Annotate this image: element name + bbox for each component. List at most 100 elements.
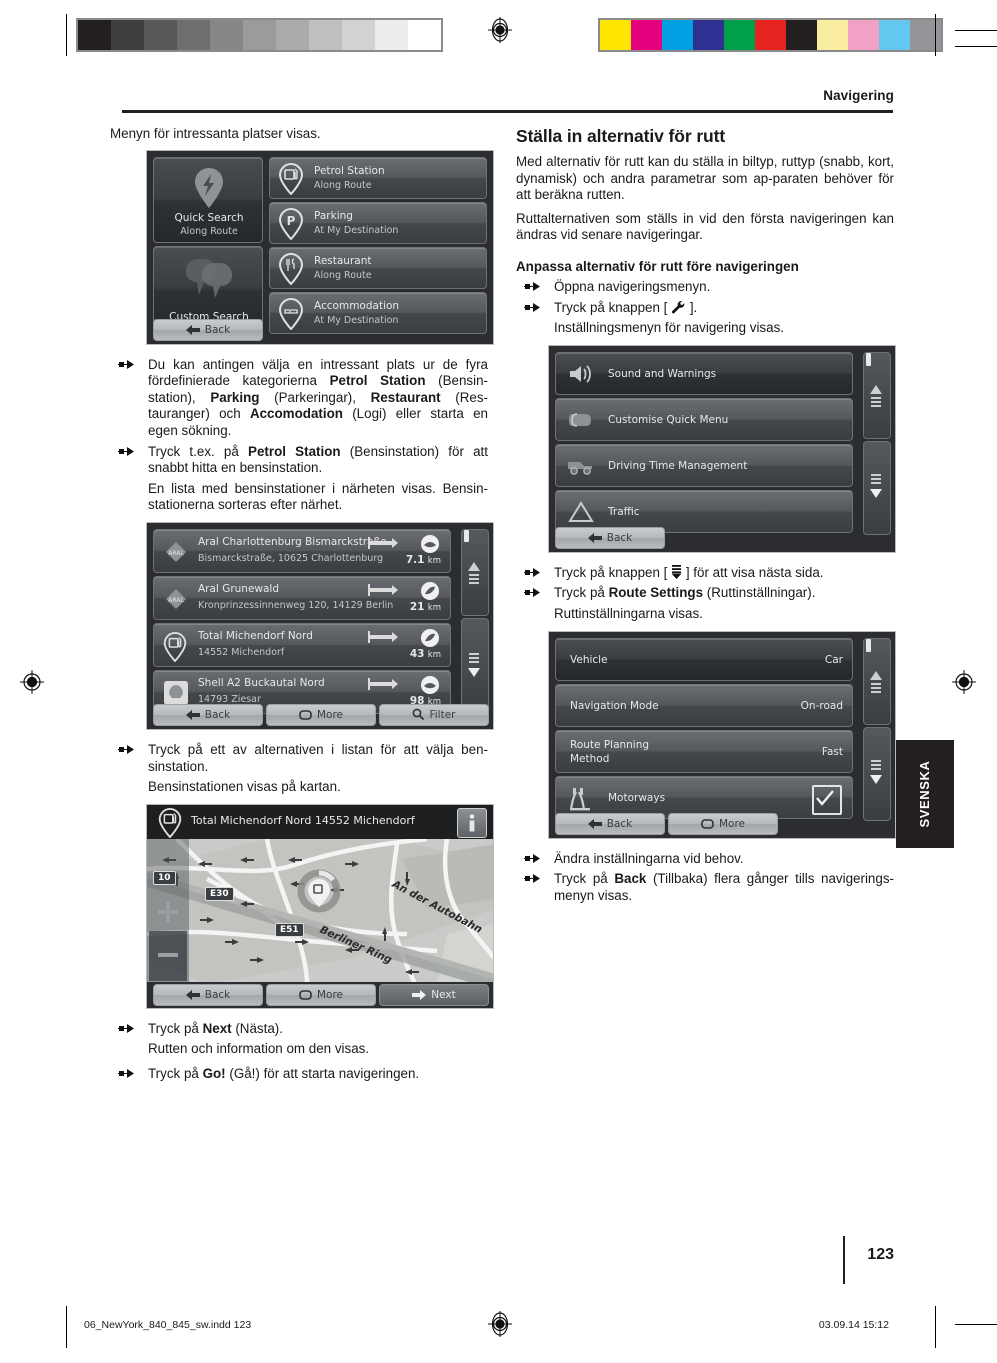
scroll-up-track[interactable] (461, 528, 489, 616)
back-arrow-icon (185, 322, 200, 342)
intro-text: Menyn för intressanta platser visas. (110, 126, 321, 141)
quickmenu-icon (569, 412, 591, 427)
search-icon (412, 707, 425, 727)
poi-item-parking[interactable]: P Parking At My Destination (269, 201, 487, 244)
map-zoom-out-button[interactable] (149, 930, 187, 981)
map-zoom-pad[interactable]: 10 (147, 838, 189, 982)
map-info-button[interactable] (457, 807, 487, 838)
bullet-bold: Go! (202, 1065, 226, 1081)
petrol-list-row[interactable]: ARAL Aral Charlottenburg Bismarckstraße … (153, 528, 451, 573)
route-setting-label: Motorways (608, 791, 666, 804)
more-icon (299, 707, 312, 727)
parking-pin-icon: P (278, 207, 304, 240)
bullet-bold: Restaurant (370, 389, 441, 405)
bullet-tap-back-repeatedly: Tryck på Back (Tillbaka) flera gånger ti… (516, 871, 894, 904)
footer-filename: 06_NewYork_840_845_sw.indd 123 (84, 1319, 252, 1331)
bullet-tap-petrol: Tryck t.ex. på Petrol Station (Bensinsta… (110, 444, 488, 477)
map-back-button[interactable]: Back (153, 983, 263, 1006)
petrol-list-row[interactable]: Total Michendorf Nord 14552 Michendorf 4… (153, 622, 451, 667)
map-back-label: Back (204, 988, 231, 1001)
settings-item-sound-and-warnings[interactable]: Sound and Warnings (555, 351, 853, 395)
route-back-button[interactable]: Back (555, 812, 665, 835)
map-road-shield: E51 (275, 922, 304, 937)
poi-back-label: Back (204, 323, 231, 336)
route-setting-navigation-mode[interactable]: Navigation Mode On-road (555, 683, 853, 727)
bullet-text: Tryck t.ex. på (148, 443, 249, 459)
scrollbar-thumb[interactable] (464, 529, 469, 542)
zoom-out-icon (158, 952, 178, 957)
bullet-text: (Parkeringar), (259, 389, 371, 405)
poi-item-accommodation[interactable]: Accommodation At My Destination (269, 291, 487, 334)
scrollbar-thumb[interactable] (866, 638, 871, 652)
bullet-text: Tryck på knappen [ (554, 299, 672, 315)
poi-item-petrol-station[interactable]: Petrol Station Along Route (269, 156, 487, 199)
list-back-button[interactable]: Back (153, 703, 263, 726)
bullet-tap-next: Tryck på Next (Nästa). (110, 1021, 488, 1038)
pointing-hand-icon (524, 872, 546, 887)
poi-item-label: Parking (314, 209, 353, 222)
note-shown-on-map: Bensinstationen visas på kartan. (148, 779, 341, 795)
petrol-pin-icon (158, 807, 182, 838)
motorways-checkbox[interactable] (812, 784, 842, 815)
route-more-button[interactable]: More (668, 812, 778, 836)
map-header: Total Michendorf Nord 14552 Michendorf (147, 804, 493, 839)
bullet-text: Ändra inställningarna vid behov. (554, 850, 744, 866)
petrol-list-row[interactable]: ARAL Aral Grunewald Kronprinzessinnenweg… (153, 575, 451, 620)
more-icon (701, 816, 714, 836)
bullet-text: ]. (686, 299, 698, 315)
poi-back-button[interactable]: Back (153, 318, 263, 342)
scroll-down-track[interactable] (863, 440, 891, 535)
settings-item-customise-quick-menu[interactable]: Customise Quick Menu (555, 397, 853, 441)
left-column: Menyn för intressanta platser visas. Qui… (110, 126, 494, 1087)
aral-icon: ARAL (166, 588, 186, 609)
map-road-shield: E30 (205, 886, 234, 901)
scroll-down-icon (870, 759, 882, 784)
poi-item-sublabel: Along Route (314, 179, 372, 191)
scroll-down-icon (870, 473, 882, 498)
zoom-in-icon (158, 901, 178, 922)
distance-arrow-icon (368, 583, 398, 596)
scroll-down-track[interactable] (863, 726, 891, 821)
route-more-label: More (718, 817, 746, 830)
station-name: Aral Charlottenburg Bismarckstraße (198, 535, 387, 548)
route-setting-vehicle[interactable]: Vehicle Car (555, 637, 853, 681)
bullet-bold: Back (614, 871, 647, 887)
list-more-button[interactable]: More (266, 703, 376, 727)
scroll-up-icon (468, 561, 480, 584)
bullet-text: (Ruttinställningar). (703, 585, 816, 601)
map-next-button[interactable]: Next (379, 983, 489, 1007)
list-filter-button[interactable]: Filter (379, 703, 489, 727)
bullet-tap-wrench: Tryck på knappen [ ]. (516, 300, 894, 317)
bullet-select-poi: Du kan antingen välja en intressant plat… (110, 357, 488, 440)
direction-badge-icon (421, 534, 439, 553)
next-arrow-icon (412, 987, 427, 1007)
shell-icon (164, 680, 188, 705)
map-canvas[interactable]: 10 E30 E51 An der Autobahn Berliner Ring (147, 838, 493, 982)
map-poi-title: Total Michendorf Nord 14552 Michendorf (191, 813, 415, 827)
station-address: Bismarckstraße, 10625 Charlottenburg (198, 552, 384, 564)
route-setting-label-line2: Method (570, 752, 610, 765)
bullet-text: (Gå!) för att starta navigeringen. (225, 1065, 420, 1081)
route-setting-value: On-road (800, 699, 843, 712)
page-number-rule (843, 1236, 845, 1284)
scroll-down-track[interactable] (461, 617, 489, 716)
station-name: Aral Grunewald (198, 582, 280, 595)
pointing-hand-icon (524, 301, 546, 316)
map-more-button[interactable]: More (266, 983, 376, 1006)
bullet-bold: Parking (210, 389, 260, 405)
settings-back-button[interactable]: Back (555, 526, 665, 549)
settings-item-driving-time-management[interactable]: Driving Time Management (555, 443, 853, 487)
note-list-sorted: En lista med bensinstationer i närheten … (148, 480, 488, 513)
scrollbar-thumb[interactable] (866, 352, 871, 366)
route-setting-label: Vehicle (570, 653, 608, 666)
poi-quick-search-sublabel: Along Route (180, 225, 238, 237)
route-setting-route-planning-method[interactable]: Route Planning Method Fast (555, 729, 853, 773)
poi-quick-search-tile[interactable]: Quick Search Along Route (153, 156, 263, 243)
pointing-hand-icon (524, 852, 546, 867)
bullet-bold: Accomodation (249, 406, 343, 422)
flash-pin-icon (195, 167, 223, 208)
note-route-info: Rutten och information om den visas. (148, 1041, 370, 1057)
poi-item-restaurant[interactable]: Restaurant Along Route (269, 246, 487, 289)
settings-item-label: Customise Quick Menu (608, 413, 729, 426)
map-more-label: More (316, 988, 344, 1001)
